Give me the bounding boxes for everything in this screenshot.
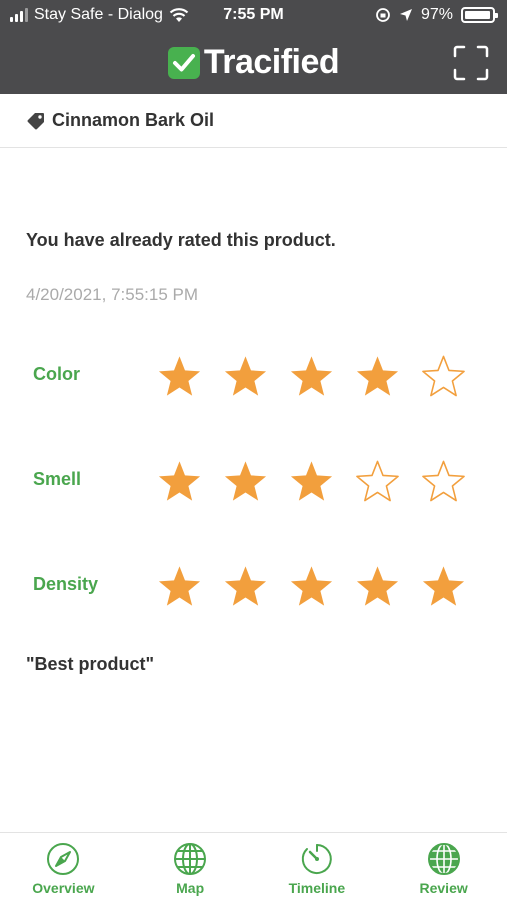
tab-label: Overview (32, 880, 95, 896)
rating-row-density: Density (0, 558, 507, 614)
tab-overview[interactable]: Overview (0, 833, 127, 900)
status-bar: Stay Safe - Dialog 7:55 PM 97% (0, 0, 507, 32)
star-filled-icon (224, 566, 267, 606)
rated-message: You have already rated this product. (26, 230, 336, 250)
star-filled-icon (290, 461, 333, 501)
tab-label: Map (176, 880, 205, 896)
star-outline-icon (422, 355, 465, 397)
battery-level (465, 11, 490, 19)
star-filled-icon (158, 356, 201, 396)
status-right: 97% (375, 6, 498, 24)
product-name: Cinnamon Bark Oil (52, 110, 215, 130)
tab-label: Review (419, 880, 468, 896)
review-comment: "Best product" (26, 654, 155, 674)
product-bar: Cinnamon Bark Oil (0, 94, 507, 148)
battery-icon (461, 7, 498, 23)
star-filled-icon (290, 356, 333, 396)
rating-label: Density (33, 574, 99, 594)
rating-label: Color (33, 364, 80, 384)
tab-map[interactable]: Map (127, 833, 254, 900)
star-outline-icon (422, 460, 465, 502)
brand-logo: Tracified (0, 43, 507, 82)
scan-frame-icon (453, 45, 489, 81)
star-rating (156, 353, 467, 399)
tab-timeline[interactable]: Timeline (254, 833, 381, 900)
compass-icon (47, 843, 80, 875)
stopwatch-icon (301, 844, 332, 874)
star-filled-icon (422, 566, 465, 606)
scan-button[interactable] (453, 45, 489, 81)
rating-row-color: Color (0, 348, 507, 404)
star-rating (156, 458, 467, 504)
star-filled-icon (356, 356, 399, 396)
star-filled-icon (158, 566, 201, 606)
rating-row-smell: Smell (0, 453, 507, 509)
orientation-lock-icon (376, 8, 390, 22)
rated-timestamp: 4/20/2021, 7:55:15 PM (26, 285, 199, 304)
star-outline-icon (356, 460, 399, 502)
rating-label: Smell (33, 469, 82, 489)
star-filled-icon (356, 566, 399, 606)
tab-label: Timeline (288, 880, 346, 896)
star-filled-icon (290, 566, 333, 606)
location-arrow-icon (399, 9, 412, 21)
tab-review[interactable]: Review (380, 833, 507, 900)
globe-filled-icon (427, 843, 460, 875)
tab-bar: Overview Map Timeline Review (0, 832, 507, 900)
tag-icon (27, 112, 44, 129)
battery-percent: 97% (420, 6, 453, 23)
globe-icon (174, 843, 207, 875)
star-filled-icon (158, 461, 201, 501)
app-header: Tracified (0, 32, 507, 94)
star-filled-icon (224, 356, 267, 396)
checkmark-icon (167, 46, 200, 79)
star-rating (156, 563, 467, 609)
brand-name: Tracified (203, 43, 340, 81)
star-filled-icon (224, 461, 267, 501)
